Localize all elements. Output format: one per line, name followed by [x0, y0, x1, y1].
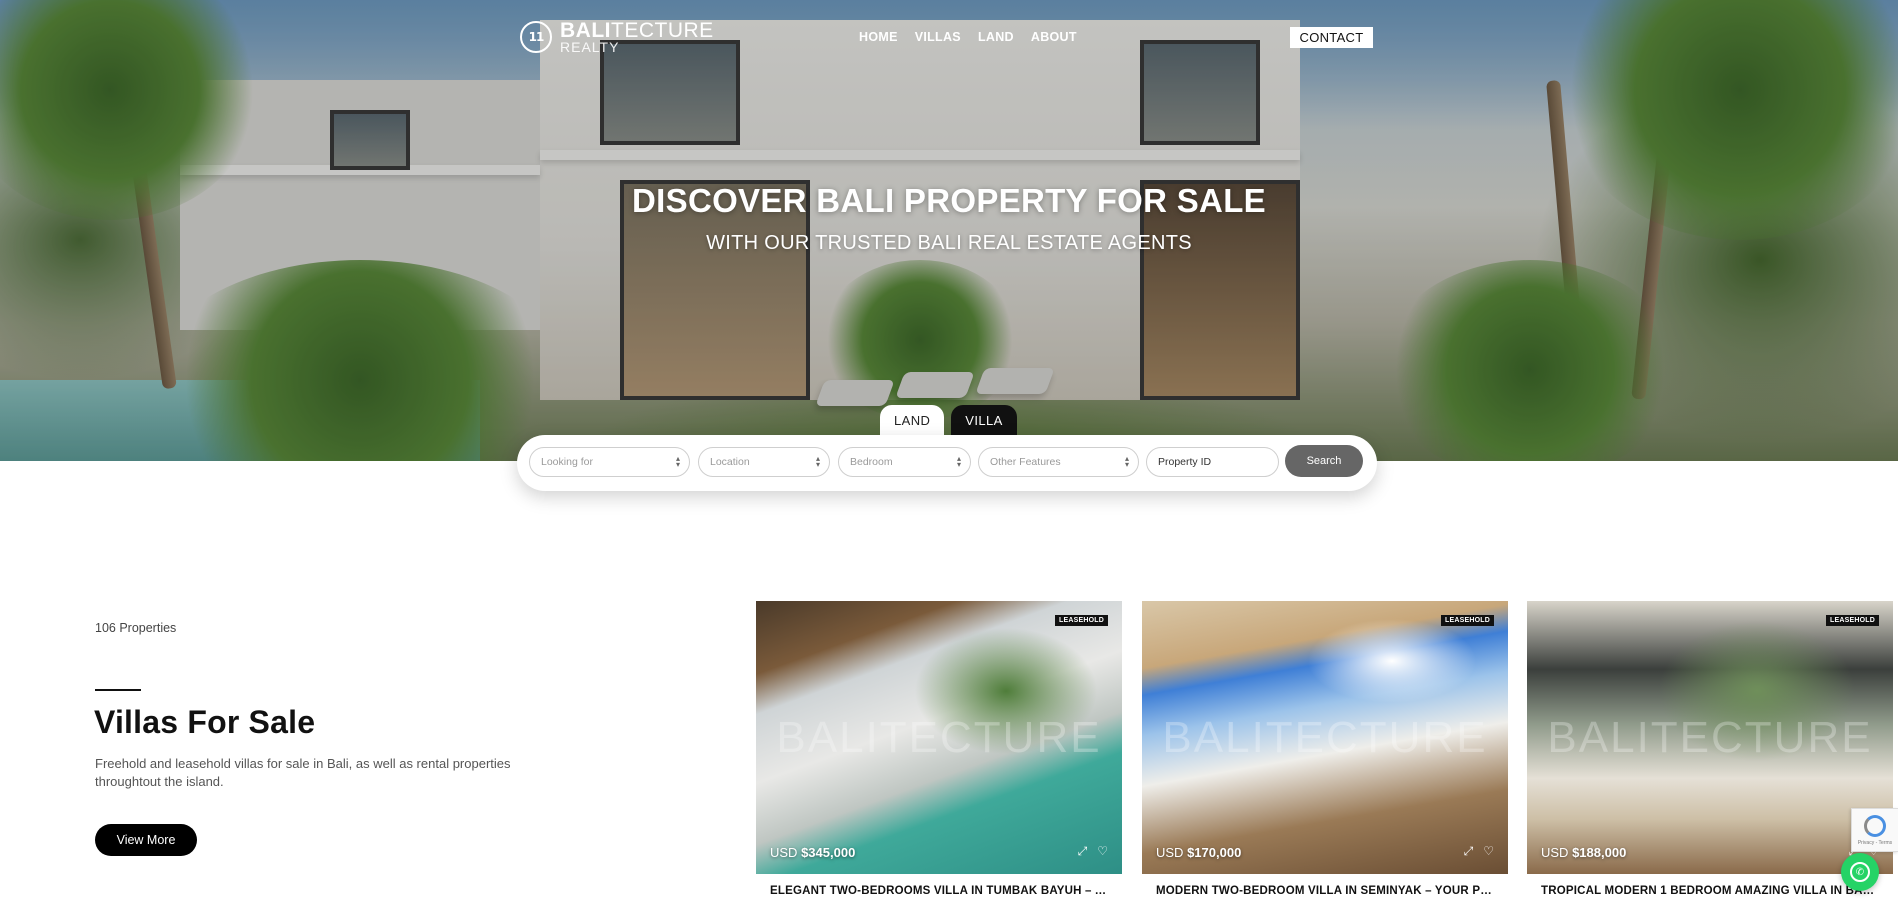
select-caret-icon: ▴ ▾ [675, 454, 680, 469]
property-title[interactable]: TROPICAL MODERN 1 BEDROOM AMAZING VILLA … [1541, 885, 1881, 897]
search-button[interactable]: Search [1285, 445, 1363, 477]
looking-for-select[interactable]: Looking for ▴ ▾ [529, 447, 690, 477]
hero-subtitle: WITH OUR TRUSTED BALI REAL ESTATE AGENTS [706, 232, 1192, 254]
search-tabs: LAND VILLA [880, 405, 1017, 435]
logo-text: BALITECTURE REALTY [560, 20, 714, 54]
watermark: BALITECTURE [776, 713, 1102, 762]
nav-villas[interactable]: VILLAS [915, 30, 961, 44]
other-features-label: Other Features [990, 456, 1061, 468]
property-image[interactable]: BALITECTURE LEASEHOLD USD $345,000 ⤢ ♡ [756, 601, 1122, 874]
section-title: Villas For Sale [94, 704, 316, 740]
nav-home[interactable]: HOME [859, 30, 898, 44]
hero-banner [0, 0, 1898, 461]
other-features-select[interactable]: Other Features ▴ ▾ [978, 447, 1139, 477]
logo-mark-icon: 11 [520, 21, 552, 53]
whatsapp-button[interactable]: ✆ [1841, 853, 1879, 891]
property-card[interactable]: BALITECTURE LEASEHOLD USD $170,000 ⤢ ♡ M… [1142, 601, 1508, 903]
tenure-badge: LEASEHOLD [1826, 615, 1879, 626]
nav-about[interactable]: ABOUT [1031, 30, 1077, 44]
tab-villa[interactable]: VILLA [951, 405, 1017, 435]
expand-icon[interactable]: ⤢ [1464, 844, 1474, 859]
card-actions: ⤢ ♡ [1078, 844, 1108, 859]
price-value: $170,000 [1187, 845, 1242, 860]
nav-land[interactable]: LAND [978, 30, 1014, 44]
watermark: BALITECTURE [1547, 713, 1873, 762]
price-currency: USD [770, 845, 798, 860]
whatsapp-icon: ✆ [1850, 862, 1870, 882]
property-title[interactable]: ELEGANT TWO-BEDROOMS VILLA IN TUMBAK BAY… [770, 885, 1110, 897]
logo-light: TECTURE [611, 19, 714, 42]
property-price: USD $188,000 [1541, 845, 1626, 860]
bedroom-label: Bedroom [850, 456, 893, 468]
main-nav: HOME VILLAS LAND ABOUT [859, 30, 1077, 44]
watermark: BALITECTURE [1162, 713, 1488, 762]
section-divider [95, 689, 141, 691]
select-caret-icon: ▴ ▾ [815, 454, 820, 469]
property-card[interactable]: BALITECTURE LEASEHOLD USD $345,000 ⤢ ♡ E… [756, 601, 1122, 903]
property-card[interactable]: BALITECTURE LEASEHOLD USD $188,000 ⤢ ♡ T… [1527, 601, 1893, 903]
tab-land[interactable]: LAND [880, 405, 945, 435]
property-count: 106 Properties [95, 621, 177, 635]
view-more-button[interactable]: View More [95, 824, 197, 856]
recaptcha-icon [1864, 814, 1886, 837]
property-price: USD $345,000 [770, 845, 855, 860]
price-value: $188,000 [1572, 845, 1627, 860]
hero-overlay [0, 0, 1898, 461]
select-caret-icon: ▴ ▾ [1124, 454, 1129, 469]
heart-icon[interactable]: ♡ [1483, 844, 1494, 859]
search-bar: Looking for ▴ ▾ Location ▴ ▾ Bedroom ▴ ▾ Ot… [517, 435, 1377, 491]
contact-button[interactable]: CONTACT [1290, 27, 1373, 48]
price-currency: USD [1541, 845, 1569, 860]
hero-title: DISCOVER BALI PROPERTY FOR SALE [632, 182, 1266, 219]
price-value: $345,000 [801, 845, 856, 860]
property-image[interactable]: BALITECTURE LEASEHOLD USD $188,000 ⤢ ♡ [1527, 601, 1893, 874]
recaptcha-badge[interactable]: Privacy - Terms [1851, 808, 1898, 852]
property-title[interactable]: MODERN TWO-BEDROOM VILLA IN SEMINYAK – Y… [1156, 885, 1496, 897]
price-currency: USD [1156, 845, 1184, 860]
recaptcha-links[interactable]: Privacy - Terms [1858, 840, 1892, 846]
card-actions: ⤢ ♡ [1464, 844, 1494, 859]
tenure-badge: LEASEHOLD [1441, 615, 1494, 626]
location-select[interactable]: Location ▴ ▾ [698, 447, 830, 477]
location-label: Location [710, 456, 750, 468]
expand-icon[interactable]: ⤢ [1078, 844, 1088, 859]
looking-for-label: Looking for [541, 456, 593, 468]
logo-subtitle: REALTY [560, 39, 620, 55]
property-id-input[interactable]: Property ID [1146, 447, 1279, 477]
property-image[interactable]: BALITECTURE LEASEHOLD USD $170,000 ⤢ ♡ [1142, 601, 1508, 874]
property-id-label: Property ID [1158, 456, 1212, 468]
site-logo[interactable]: 11 BALITECTURE REALTY [520, 20, 714, 54]
bedroom-select[interactable]: Bedroom ▴ ▾ [838, 447, 971, 477]
logo-mark-text: 11 [528, 30, 545, 44]
property-price: USD $170,000 [1156, 845, 1241, 860]
section-description: Freehold and leasehold villas for sale i… [95, 756, 511, 789]
select-caret-icon: ▴ ▾ [956, 454, 961, 469]
tenure-badge: LEASEHOLD [1055, 615, 1108, 626]
heart-icon[interactable]: ♡ [1097, 844, 1108, 859]
